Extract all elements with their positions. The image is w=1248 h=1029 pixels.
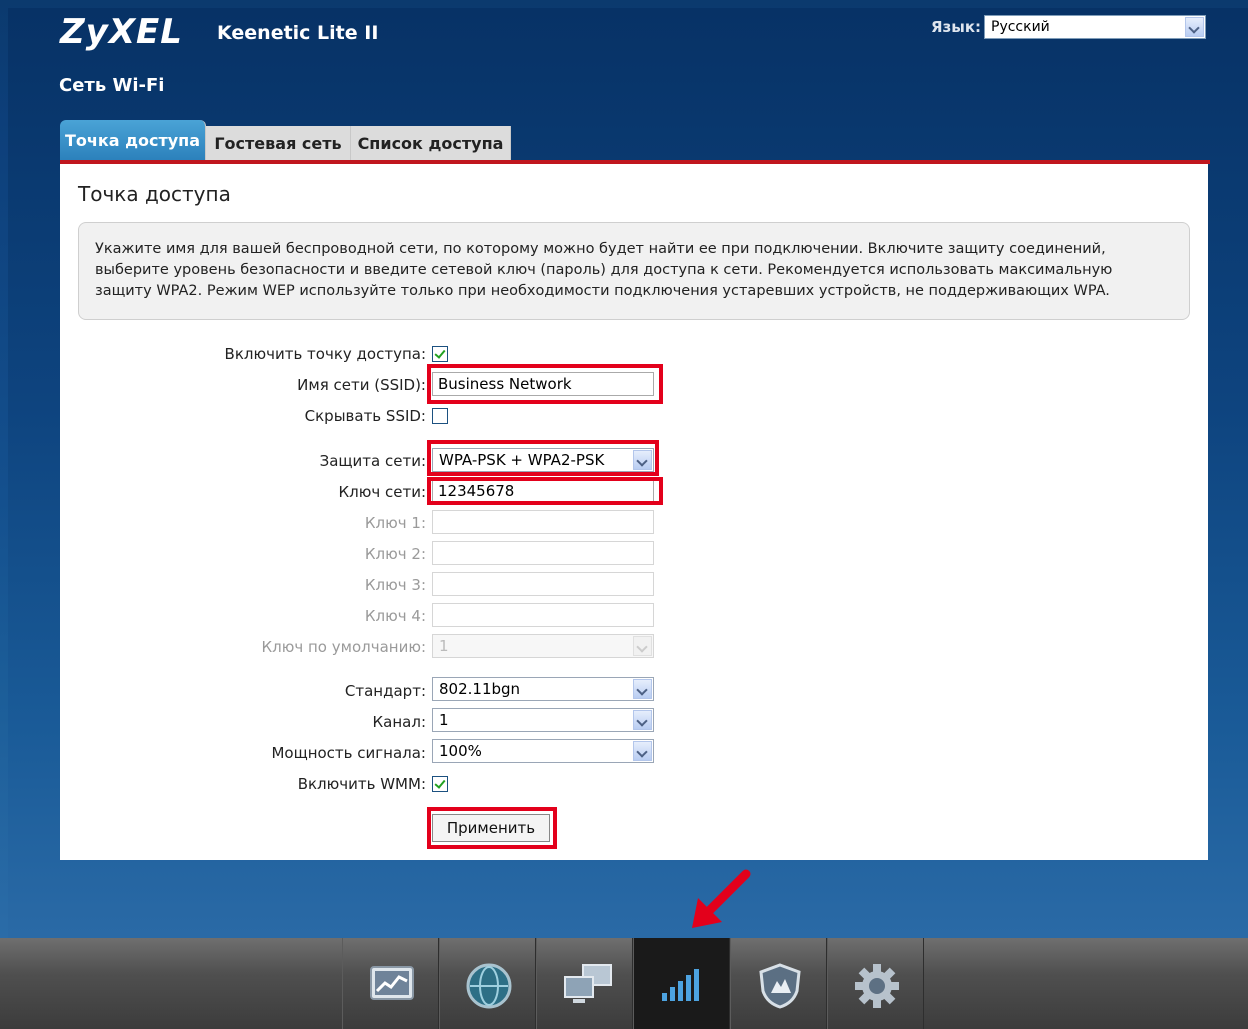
power-label: Мощность сигнала: — [271, 744, 426, 762]
wifi-signal-icon — [662, 969, 699, 1001]
network-key-label: Ключ сети: — [338, 483, 426, 501]
chevron-down-icon[interactable] — [633, 679, 652, 699]
channel-select[interactable]: 1 — [432, 708, 654, 732]
red-arrow-icon — [692, 869, 751, 928]
key1-label: Ключ 1: — [364, 514, 426, 532]
key4-label: Ключ 4: — [364, 607, 426, 625]
hide-ssid-label: Скрывать SSID: — [304, 407, 426, 425]
network-key-highlight — [427, 477, 663, 505]
channel-value: 1 — [439, 711, 449, 729]
power-select[interactable]: 100% — [432, 739, 654, 763]
channel-label: Канал: — [372, 713, 426, 731]
nav-security[interactable] — [730, 938, 827, 1029]
shield-icon — [759, 963, 801, 1009]
standard-select[interactable]: 802.11bgn — [432, 677, 654, 701]
info-box: Укажите имя для вашей беспроводной сети,… — [78, 222, 1190, 320]
nav-system[interactable] — [827, 938, 924, 1029]
standard-value: 802.11bgn — [439, 680, 521, 698]
panel-title: Точка доступа — [78, 182, 231, 206]
ssid-label: Имя сети (SSID): — [297, 376, 426, 394]
zyxel-logo: ZyXEL — [60, 12, 183, 52]
wmm-label: Включить WMM: — [297, 775, 426, 793]
chevron-down-icon[interactable] — [633, 710, 652, 730]
chevron-down-icon[interactable] — [633, 636, 652, 656]
gear-icon — [855, 964, 899, 1008]
device-model: Keenetic Lite II — [217, 22, 379, 44]
ssid-highlight — [427, 364, 663, 404]
wmm-checkbox[interactable] — [432, 776, 448, 792]
default-key-label: Ключ по умолчанию: — [261, 638, 427, 656]
globe-icon — [466, 963, 512, 1009]
language-select[interactable]: Русский — [984, 15, 1206, 39]
tab-access-list[interactable]: Список доступа — [351, 126, 511, 162]
key2-input[interactable] — [432, 541, 654, 565]
standard-label: Стандарт: — [344, 682, 426, 700]
power-value: 100% — [439, 742, 482, 760]
apply-highlight — [427, 807, 557, 849]
hide-ssid-checkbox[interactable] — [432, 408, 448, 424]
key3-label: Ключ 3: — [364, 576, 426, 594]
default-key-value: 1 — [439, 637, 449, 655]
key1-input[interactable] — [432, 510, 654, 534]
default-key-select[interactable]: 1 — [432, 634, 654, 658]
security-label: Защита сети: — [319, 452, 426, 470]
chevron-down-icon[interactable] — [1185, 17, 1204, 37]
tab-guest-network[interactable]: Гостевая сеть — [206, 126, 351, 162]
key2-label: Ключ 2: — [364, 545, 426, 563]
computers-icon — [564, 964, 612, 1003]
nav-internet[interactable] — [439, 938, 536, 1029]
nav-monitor[interactable] — [342, 938, 439, 1029]
chevron-down-icon[interactable] — [633, 741, 652, 761]
enable-ap-checkbox[interactable] — [432, 346, 448, 362]
nav-wifi[interactable] — [633, 938, 730, 1029]
key4-input[interactable] — [432, 603, 654, 627]
enable-ap-label: Включить точку доступа: — [224, 345, 426, 363]
bottom-nav-bar — [0, 938, 1248, 1029]
nav-home-network[interactable] — [536, 938, 633, 1029]
key3-input[interactable] — [432, 572, 654, 596]
security-highlight — [427, 440, 659, 476]
tab-access-point[interactable]: Точка доступа — [60, 120, 206, 162]
language-value: Русский — [991, 19, 1050, 35]
monitor-chart-icon — [370, 966, 414, 1000]
language-label: Язык: — [931, 18, 982, 36]
section-title: Сеть Wi-Fi — [59, 75, 165, 96]
settings-panel: Точка доступа Укажите имя для вашей бесп… — [60, 164, 1208, 860]
